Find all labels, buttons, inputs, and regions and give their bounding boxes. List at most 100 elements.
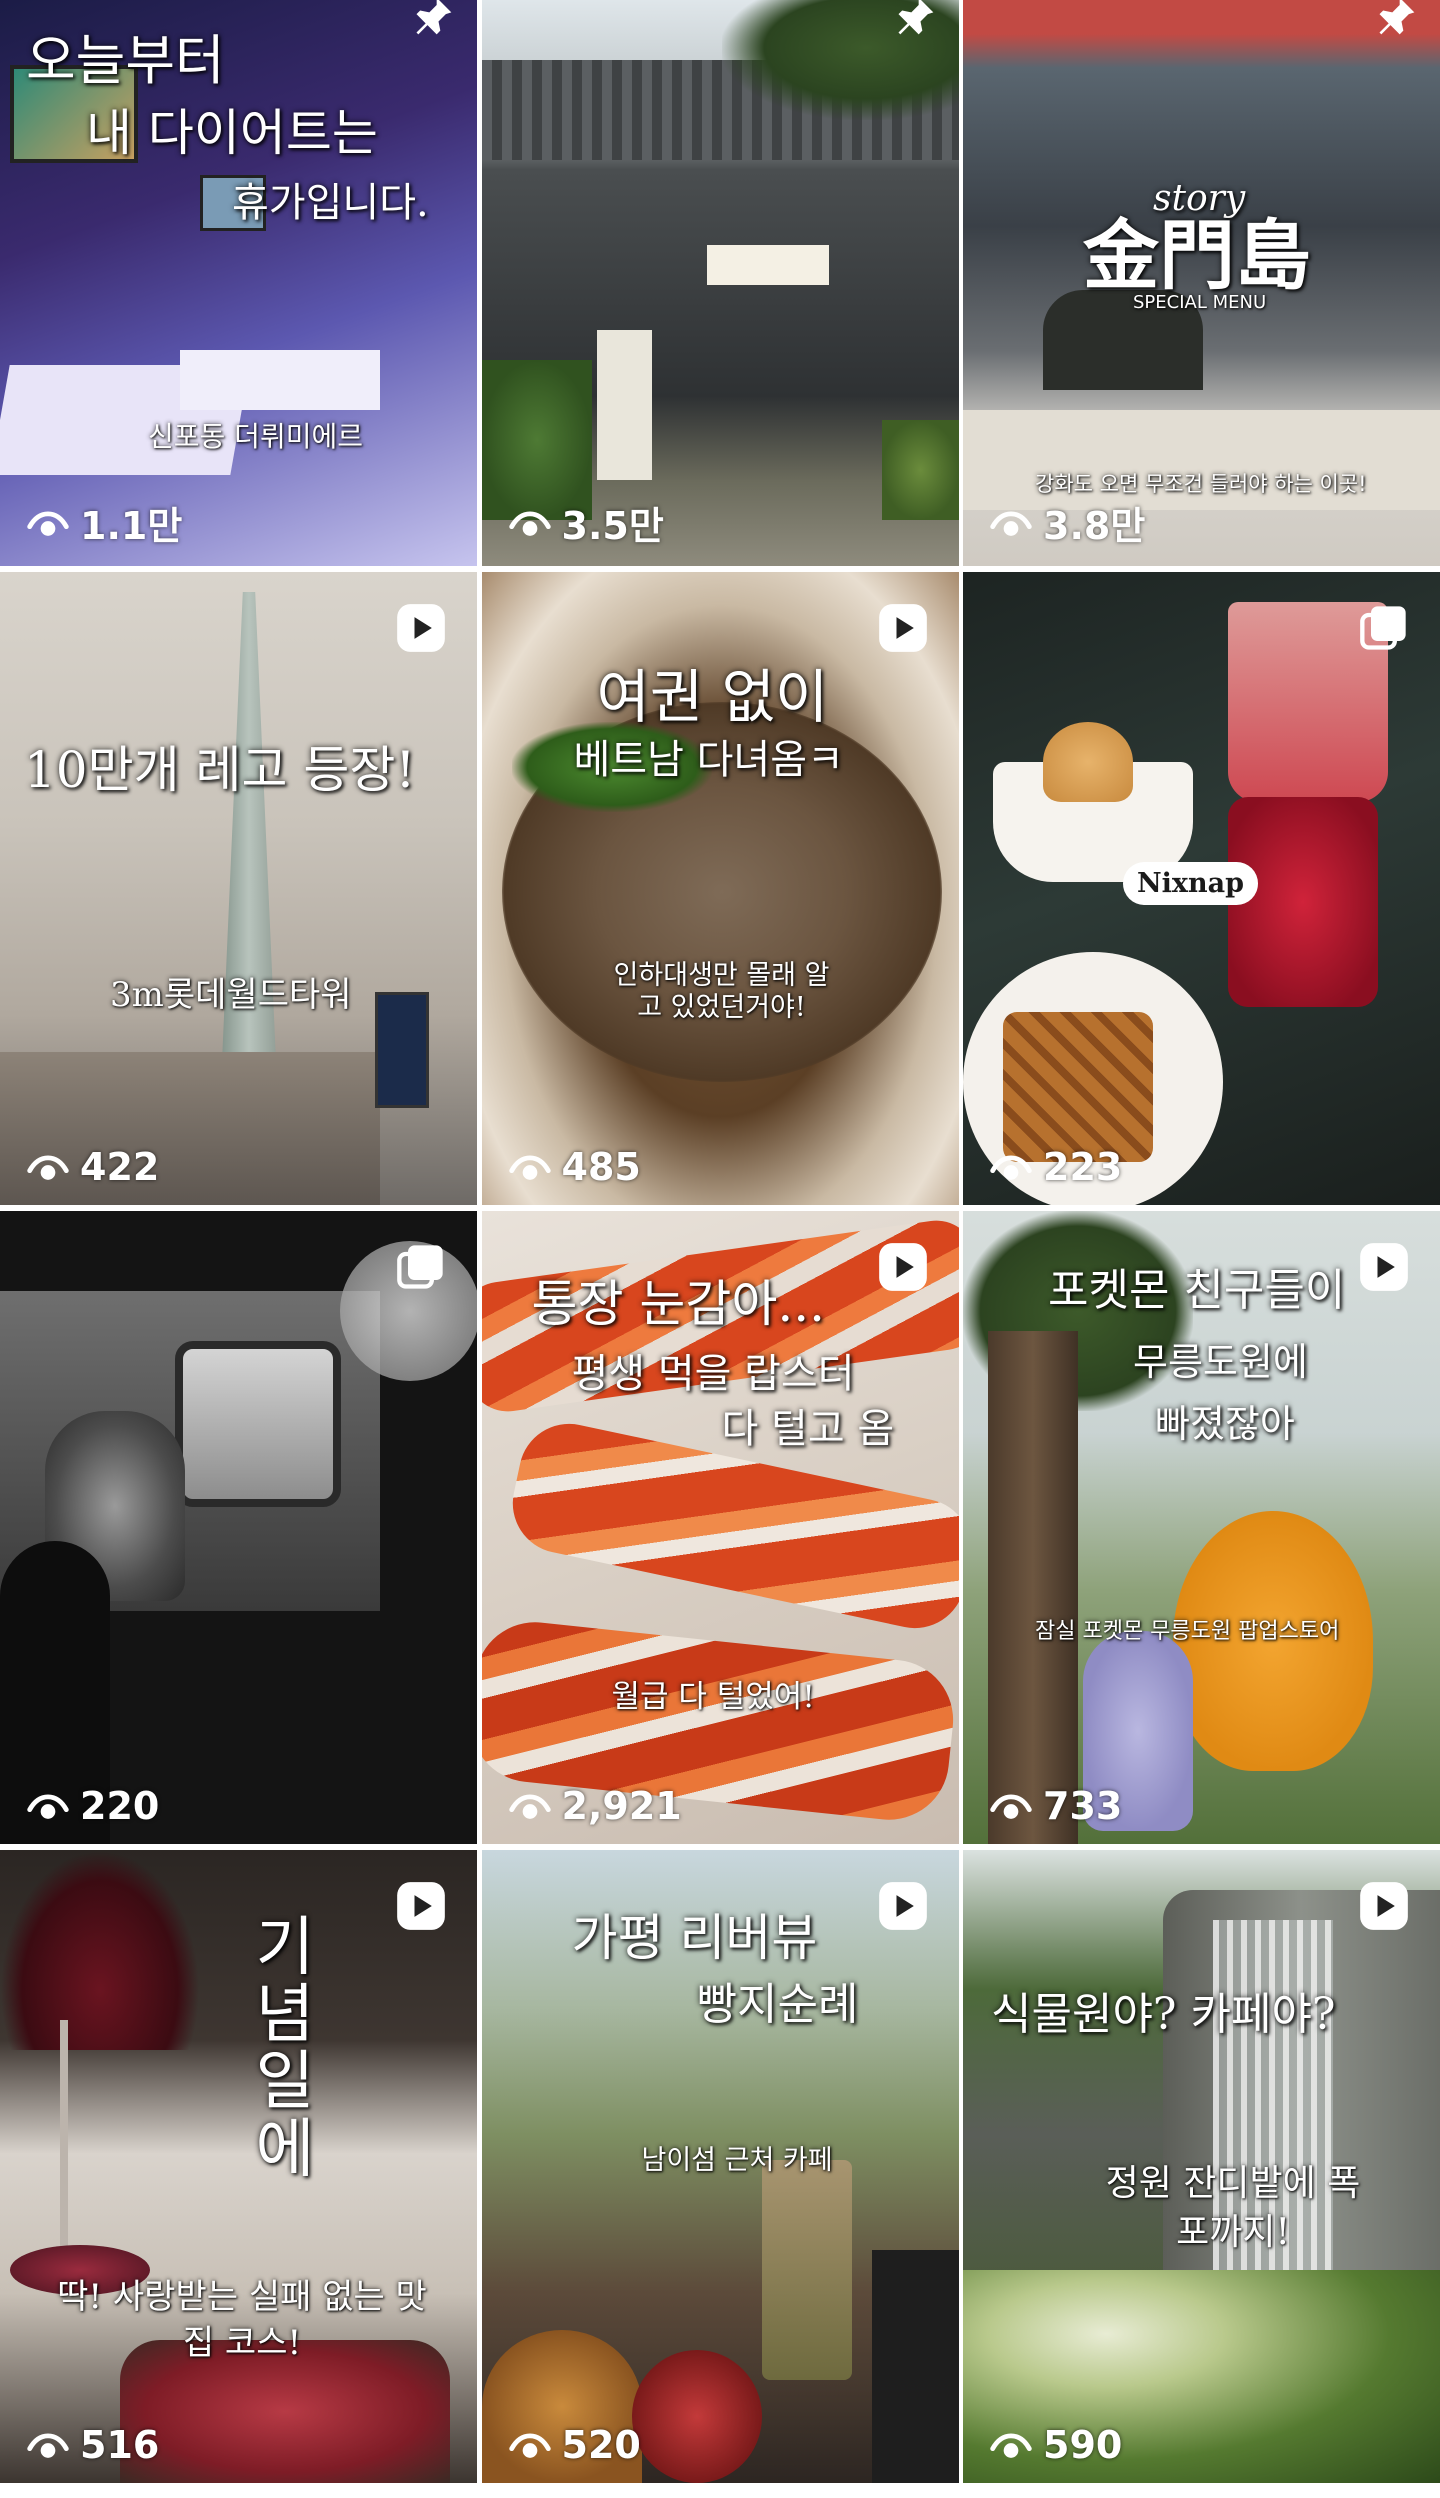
view-count-value: 520 xyxy=(561,2423,641,2467)
caption-line: 평생 먹을 랍스터 xyxy=(571,1351,855,1397)
caption-line: 빵지순례 xyxy=(696,1979,859,2030)
subcaption: 잠실 포켓몬 무릉도원 팝업스토어 xyxy=(1035,1619,1340,1644)
caption-line: 빠졌잖아 xyxy=(1155,1402,1295,1446)
view-count-value: 1.1만 xyxy=(80,504,183,548)
post-tile[interactable]: 통장 눈감아... 평생 먹을 랍스터 다 털고 옴 월급 다 털었어! 2,9… xyxy=(481,1211,959,1844)
post-tile[interactable]: story 金門島 SPECIAL MENU 강화도 오면 무조건 들러야 하는… xyxy=(963,0,1440,566)
caption-line: 베트남 다녀옴ㅋ xyxy=(573,737,844,783)
view-count: 220 xyxy=(26,1784,159,1828)
view-count-value: 422 xyxy=(80,1145,160,1189)
post-tile[interactable]: 10만개 레고 등장! 3m롯데월드타워 422 xyxy=(0,572,477,1205)
carousel-icon xyxy=(397,1245,443,1289)
play-count-icon xyxy=(508,510,551,536)
dark-cup xyxy=(871,2250,959,2483)
post-tile[interactable]: 3.5만 xyxy=(481,0,959,566)
post-tile[interactable]: 식물원야? 카페야? 정원 잔디밭에 폭포까지! 590 xyxy=(963,1850,1440,2483)
caption-line: 오늘부터 xyxy=(26,29,225,92)
post-tile[interactable]: 여권 없이 베트남 다녀옴ㅋ 인하대생만 몰래 알고 있었던거야! 485 xyxy=(481,572,959,1205)
view-count-value: 3.5만 xyxy=(561,504,664,548)
reel-icon xyxy=(878,1882,927,1930)
view-count: 516 xyxy=(26,2423,159,2467)
view-count-value: 590 xyxy=(1043,2423,1123,2467)
view-count-value: 223 xyxy=(1043,1145,1123,1189)
post-tile[interactable]: 220 xyxy=(0,1211,477,1844)
view-count: 3.8만 xyxy=(989,495,1145,550)
subcaption: 신포동 더뤼미에르 xyxy=(148,420,363,453)
subcaption: 월급 다 털었어! xyxy=(611,1679,815,1715)
view-count: 1.1만 xyxy=(26,495,182,550)
view-count-value: 733 xyxy=(1043,1784,1123,1828)
waffle xyxy=(1003,1012,1153,1162)
reel-icon xyxy=(1360,1243,1408,1291)
reel-icon xyxy=(397,1882,445,1930)
play-count-icon xyxy=(990,1794,1032,1819)
wine-glass-stem xyxy=(60,2020,68,2250)
view-count-value: 516 xyxy=(80,2423,160,2467)
caption-line: SPECIAL MENU xyxy=(1133,292,1267,313)
play-count-icon xyxy=(990,1155,1032,1180)
reel-icon xyxy=(878,604,927,652)
wine-glass xyxy=(0,1850,200,2050)
shop-sign xyxy=(706,245,829,285)
play-count-icon xyxy=(27,1794,69,1819)
play-count-icon xyxy=(990,2433,1032,2458)
caption-line: 무릉도원에 xyxy=(1133,1340,1308,1384)
caption-line: 휴가입니다. xyxy=(232,180,429,226)
view-count: 2,921 xyxy=(508,1784,682,1828)
subcaption: 강화도 오면 무조건 들러야 하는 이곳! xyxy=(1035,472,1367,496)
play-count-icon xyxy=(508,2433,551,2458)
plants xyxy=(881,420,959,520)
post-tile[interactable]: 포켓몬 친구들이 무릉도원에 빠졌잖아 잠실 포켓몬 무릉도원 팝업스토어 73… xyxy=(963,1211,1440,1844)
view-count: 520 xyxy=(508,2423,641,2467)
view-count: 485 xyxy=(508,1145,641,1189)
caption-line: 10만개 레고 등장! xyxy=(24,741,416,799)
caption-line: 다 털고 옴 xyxy=(721,1406,895,1452)
red-pastry xyxy=(631,2350,762,2483)
digital-sign xyxy=(375,992,429,1108)
play-count-icon xyxy=(508,1794,551,1819)
play-count-icon xyxy=(27,510,69,536)
carousel-icon xyxy=(1360,606,1406,650)
view-count: 590 xyxy=(989,2423,1122,2467)
view-count: 733 xyxy=(989,1784,1122,1828)
post-tile[interactable]: 가평 리버뷰 빵지순례 남이섬 근처 카페 520 xyxy=(481,1850,959,2483)
subcaption: 남이섬 근처 카페 xyxy=(641,2145,833,2176)
drink-glass xyxy=(1228,797,1378,1007)
subcaption: 딱! 사랑받는 실패 없는 맛집 코스! xyxy=(57,2277,427,2363)
post-tile[interactable]: 기념일에 딱! 사랑받는 실패 없는 맛집 코스! 516 xyxy=(0,1850,477,2483)
play-count-icon xyxy=(508,1155,551,1180)
brand-tag: Nixnap xyxy=(1123,862,1259,905)
reel-icon xyxy=(878,1243,927,1291)
subcaption: 인하대생만 몰래 알고 있었던거야! xyxy=(613,960,830,1024)
view-count-value: 220 xyxy=(80,1784,160,1828)
airplane-window xyxy=(175,1341,341,1507)
caption-line: 내 다이어트는 xyxy=(86,104,378,162)
reel-icon xyxy=(397,604,445,652)
caption-line: 가평 리버뷰 xyxy=(571,1909,818,1967)
menu-board xyxy=(596,330,652,480)
view-count: 3.5만 xyxy=(508,495,664,550)
pin-icon xyxy=(898,0,933,35)
caption-line: 기념일에 xyxy=(255,1911,315,2187)
caption-line: 여권 없이 xyxy=(596,663,829,731)
subcaption: 3m롯데월드타워 xyxy=(110,975,352,1015)
ice-cream xyxy=(1043,722,1133,802)
play-count-icon xyxy=(990,510,1032,536)
caption-line: 金門島 xyxy=(1083,211,1311,300)
play-count-icon xyxy=(27,2433,69,2458)
play-count-icon xyxy=(27,1155,69,1180)
view-count: 223 xyxy=(989,1145,1122,1189)
reel-icon xyxy=(1360,1882,1408,1930)
white-table xyxy=(180,350,380,410)
pin-icon xyxy=(1379,0,1415,35)
caption-line: 식물원야? 카페야? xyxy=(991,1989,1336,2040)
post-tile[interactable]: Nixnap 223 xyxy=(963,572,1440,1205)
iced-drink xyxy=(761,2160,852,2380)
tree-trunk xyxy=(988,1331,1078,1844)
caption-line: 포켓몬 친구들이 xyxy=(1048,1265,1346,1316)
pin-icon xyxy=(416,0,452,35)
post-tile[interactable]: 오늘부터 내 다이어트는 휴가입니다. 신포동 더뤼미에르 1.1만 xyxy=(0,0,477,566)
profile-post-grid: 오늘부터 내 다이어트는 휴가입니다. 신포동 더뤼미에르 1.1만 3.5만 … xyxy=(0,0,1440,2498)
caption-line: 통장 눈감아... xyxy=(531,1275,826,1333)
subcaption: 정원 잔디밭에 폭포까지! xyxy=(1105,2163,1361,2253)
